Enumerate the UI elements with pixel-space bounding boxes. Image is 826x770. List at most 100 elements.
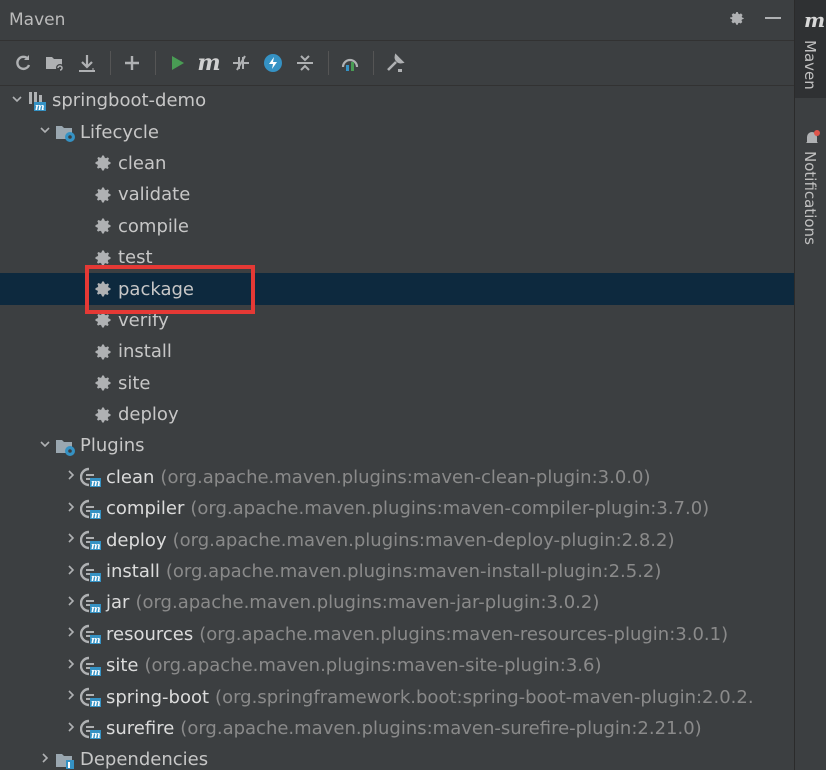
- tree-plugins-node[interactable]: Plugins: [0, 430, 794, 461]
- svg-text:m: m: [91, 668, 101, 677]
- svg-text:m: m: [91, 542, 101, 551]
- lifecycle-goal-compile[interactable]: compile: [0, 211, 794, 242]
- toolbar-separator: [328, 51, 329, 75]
- reload-icon[interactable]: [8, 48, 38, 78]
- svg-text:m: m: [91, 731, 101, 740]
- notifications-side-tab-label: Notifications: [801, 151, 819, 245]
- maven-tool-window: Maven m m springboot-demo Lifecycle clea…: [0, 0, 794, 770]
- plugin-surefire[interactable]: m surefire (org.apache.maven.plugins:maven…: [0, 713, 794, 744]
- chevron-right-icon[interactable]: [62, 532, 80, 548]
- maven-project-icon: m: [26, 90, 48, 112]
- maven-plugin-icon: m: [80, 686, 102, 708]
- chevron-right-icon[interactable]: [62, 564, 80, 580]
- goal-gear-icon: [92, 152, 114, 174]
- lifecycle-goal-validate[interactable]: validate: [0, 179, 794, 210]
- skip-tests-icon[interactable]: [258, 48, 288, 78]
- chevron-down-icon[interactable]: [36, 124, 54, 140]
- plugin-deploy[interactable]: m deploy (org.apache.maven.plugins:maven-d…: [0, 524, 794, 555]
- maven-plugin-icon: m: [80, 718, 102, 740]
- execute-goal-icon[interactable]: m: [194, 48, 224, 78]
- lifecycle-goal-clean[interactable]: clean: [0, 148, 794, 179]
- notifications-side-tab[interactable]: Notifications: [795, 125, 826, 265]
- goal-gear-icon: [92, 404, 114, 426]
- tree-project-node[interactable]: m springboot-demo: [0, 85, 794, 116]
- chevron-right-icon[interactable]: [62, 626, 80, 642]
- chevron-right-icon[interactable]: [62, 469, 80, 485]
- chevron-down-icon[interactable]: [8, 93, 26, 109]
- plugin-install-coordinates: (org.apache.maven.plugins:maven-install-…: [165, 561, 662, 583]
- goal-gear-icon: [92, 184, 114, 206]
- panel-title: Maven: [9, 10, 66, 30]
- show-dependencies-icon[interactable]: [335, 48, 365, 78]
- add-maven-projects-icon[interactable]: [40, 48, 70, 78]
- plugin-deploy-coordinates: (org.apache.maven.plugins:maven-deploy-p…: [172, 529, 675, 551]
- chevron-right-icon[interactable]: [62, 721, 80, 737]
- gear-icon[interactable]: [728, 9, 746, 31]
- svg-text:m: m: [91, 479, 101, 488]
- toggle-offline-icon[interactable]: [226, 48, 256, 78]
- lifecycle-goal-clean-label: clean: [118, 152, 167, 174]
- plugin-jar-label: jar: [106, 592, 130, 614]
- highlight-box: [85, 265, 255, 314]
- folder-gear-icon: [54, 435, 76, 457]
- maven-plugin-icon: m: [80, 561, 102, 583]
- plugin-clean-label: clean: [106, 466, 155, 488]
- plugin-clean[interactable]: m clean (org.apache.maven.plugins:maven-cl…: [0, 462, 794, 493]
- tree-dependencies-node-label: Dependencies: [80, 749, 209, 770]
- plugin-resources[interactable]: m resources (org.apache.maven.plugins:mave…: [0, 619, 794, 650]
- plugin-jar[interactable]: m jar (org.apache.maven.plugins:maven-jar-…: [0, 587, 794, 618]
- tree-plugins-node-label: Plugins: [80, 435, 145, 457]
- maven-plugin-icon: m: [80, 466, 102, 488]
- panel-header: Maven: [0, 0, 794, 41]
- plugin-resources-coordinates: (org.apache.maven.plugins:maven-resource…: [199, 623, 729, 645]
- plugin-compiler[interactable]: m compiler (org.apache.maven.plugins:maven…: [0, 493, 794, 524]
- plugin-spring-boot[interactable]: m spring-boot (org.springframework.boot:sp…: [0, 681, 794, 712]
- goal-gear-icon: [92, 372, 114, 394]
- chevron-right-icon[interactable]: [62, 658, 80, 674]
- plugin-surefire-coordinates: (org.apache.maven.plugins:maven-surefire…: [180, 718, 702, 739]
- lifecycle-goal-deploy-label: deploy: [118, 404, 179, 426]
- tree-dependencies-node[interactable]: Dependencies: [0, 744, 794, 770]
- settings-wrench-icon[interactable]: [380, 48, 410, 78]
- lifecycle-goal-deploy[interactable]: deploy: [0, 399, 794, 430]
- plugin-compiler-label: compiler: [106, 498, 185, 520]
- plugin-spring-boot-label: spring-boot: [106, 686, 210, 708]
- plugin-deploy-label: deploy: [106, 529, 167, 551]
- plugin-surefire-label: surefire: [106, 718, 175, 739]
- svg-text:m: m: [91, 574, 101, 583]
- maven-side-tab-label: Maven: [801, 40, 819, 90]
- plugin-clean-coordinates: (org.apache.maven.plugins:maven-clean-pl…: [160, 466, 651, 488]
- chevron-right-icon[interactable]: [62, 595, 80, 611]
- plugin-site[interactable]: m site (org.apache.maven.plugins:maven-sit…: [0, 650, 794, 681]
- maven-toolbar: m: [0, 41, 794, 86]
- execute-goal-label: m: [197, 50, 221, 76]
- download-icon[interactable]: [72, 48, 102, 78]
- chevron-right-icon[interactable]: [62, 689, 80, 705]
- maven-plugin-icon: m: [80, 655, 102, 677]
- maven-side-tab[interactable]: m Maven: [795, 0, 826, 98]
- collapse-all-icon[interactable]: [290, 48, 320, 78]
- svg-text:m: m: [91, 699, 101, 708]
- minimize-icon[interactable]: [764, 9, 782, 31]
- lifecycle-goal-site[interactable]: site: [0, 368, 794, 399]
- lifecycle-goal-install[interactable]: install: [0, 336, 794, 367]
- plugin-spring-boot-coordinates: (org.springframework.boot:spring-boot-ma…: [215, 686, 754, 708]
- plugin-install[interactable]: m install (org.apache.maven.plugins:maven-…: [0, 556, 794, 587]
- chevron-down-icon[interactable]: [36, 438, 54, 454]
- lifecycle-goal-site-label: site: [118, 372, 151, 394]
- lifecycle-goal-compile-label: compile: [118, 215, 189, 237]
- toolbar-separator: [110, 51, 111, 75]
- svg-text:m: m: [35, 103, 45, 112]
- plus-icon[interactable]: [117, 48, 147, 78]
- toolbar-separator: [155, 51, 156, 75]
- svg-text:m: m: [91, 511, 101, 520]
- plugin-site-coordinates: (org.apache.maven.plugins:maven-site-plu…: [144, 655, 602, 677]
- toolbar-separator: [373, 51, 374, 75]
- run-icon[interactable]: [162, 48, 192, 78]
- chevron-right-icon[interactable]: [62, 501, 80, 517]
- tree-lifecycle-node[interactable]: Lifecycle: [0, 116, 794, 147]
- plugin-jar-coordinates: (org.apache.maven.plugins:maven-jar-plug…: [135, 592, 600, 614]
- chevron-right-icon[interactable]: [36, 752, 54, 768]
- svg-text:m: m: [91, 605, 101, 614]
- maven-plugin-icon: m: [80, 592, 102, 614]
